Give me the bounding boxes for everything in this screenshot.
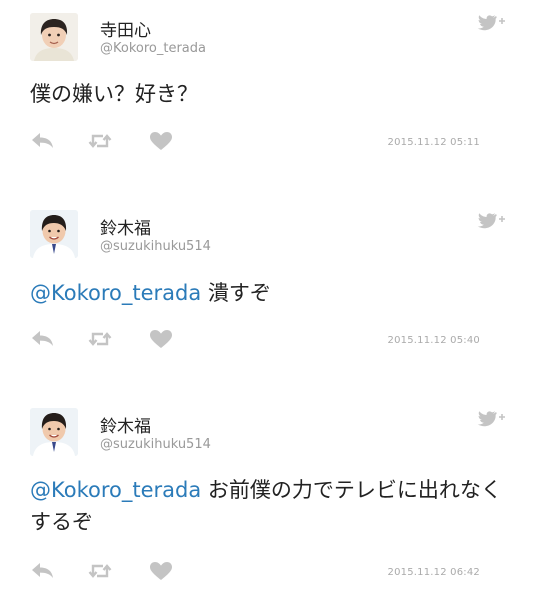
avatar-image <box>30 13 78 61</box>
user-handle[interactable]: @Kokoro_terada <box>100 41 206 56</box>
user-display-name[interactable]: 鈴木福 <box>100 214 151 239</box>
reply-icon[interactable] <box>30 560 56 582</box>
avatar-image <box>30 210 78 258</box>
user-display-name[interactable]: 寺田心 <box>100 16 151 41</box>
tweet-text: @Kokoro_terada お前僕の力でテレビに出れなくするぞ <box>30 474 510 538</box>
user-handle[interactable]: @suzukihuku514 <box>100 239 211 254</box>
user-display-name[interactable]: 鈴木福 <box>100 412 151 437</box>
tweet-text: 僕の嫌い？好き？ <box>30 78 510 110</box>
tweet-mention[interactable]: @Kokoro_terada <box>30 281 201 305</box>
reply-icon[interactable] <box>30 328 56 350</box>
twitter-bird-follow-icon[interactable] <box>474 210 508 230</box>
retweet-icon[interactable] <box>87 328 113 350</box>
tweet-card: 鈴木福 @suzukihuku514 @Kokoro_terada 潰すぞ 20… <box>0 198 538 388</box>
twitter-bird-follow-icon[interactable] <box>474 12 508 32</box>
tweet-timestamp[interactable]: 2015.11.12 06:42 <box>388 567 480 578</box>
twitter-bird-follow-icon[interactable] <box>474 408 508 428</box>
tweet-actions: 2015.11.12 05:11 <box>30 130 510 152</box>
heart-icon[interactable] <box>148 130 174 152</box>
retweet-icon[interactable] <box>87 130 113 152</box>
avatar[interactable] <box>30 210 78 258</box>
tweet-card: 寺田心 @Kokoro_terada 僕の嫌い？好き？ 2015.11.12 0… <box>0 0 538 190</box>
avatar[interactable] <box>30 408 78 456</box>
avatar-image <box>30 408 78 456</box>
heart-icon[interactable] <box>148 560 174 582</box>
tweet-card: 鈴木福 @suzukihuku514 @Kokoro_terada お前僕の力で… <box>0 396 538 600</box>
tweet-actions: 2015.11.12 06:42 <box>30 560 510 582</box>
tweet-text: @Kokoro_terada 潰すぞ <box>30 277 510 309</box>
tweet-timestamp[interactable]: 2015.11.12 05:11 <box>388 137 480 148</box>
user-handle[interactable]: @suzukihuku514 <box>100 437 211 452</box>
heart-icon[interactable] <box>148 328 174 350</box>
tweet-body: 僕の嫌い？好き？ <box>30 82 198 106</box>
tweet-mention[interactable]: @Kokoro_terada <box>30 478 201 502</box>
tweet-timestamp[interactable]: 2015.11.12 05:40 <box>388 335 480 346</box>
tweet-body: 潰すぞ <box>201 281 271 305</box>
avatar[interactable] <box>30 13 78 61</box>
tweet-actions: 2015.11.12 05:40 <box>30 328 510 350</box>
retweet-icon[interactable] <box>87 560 113 582</box>
reply-icon[interactable] <box>30 130 56 152</box>
